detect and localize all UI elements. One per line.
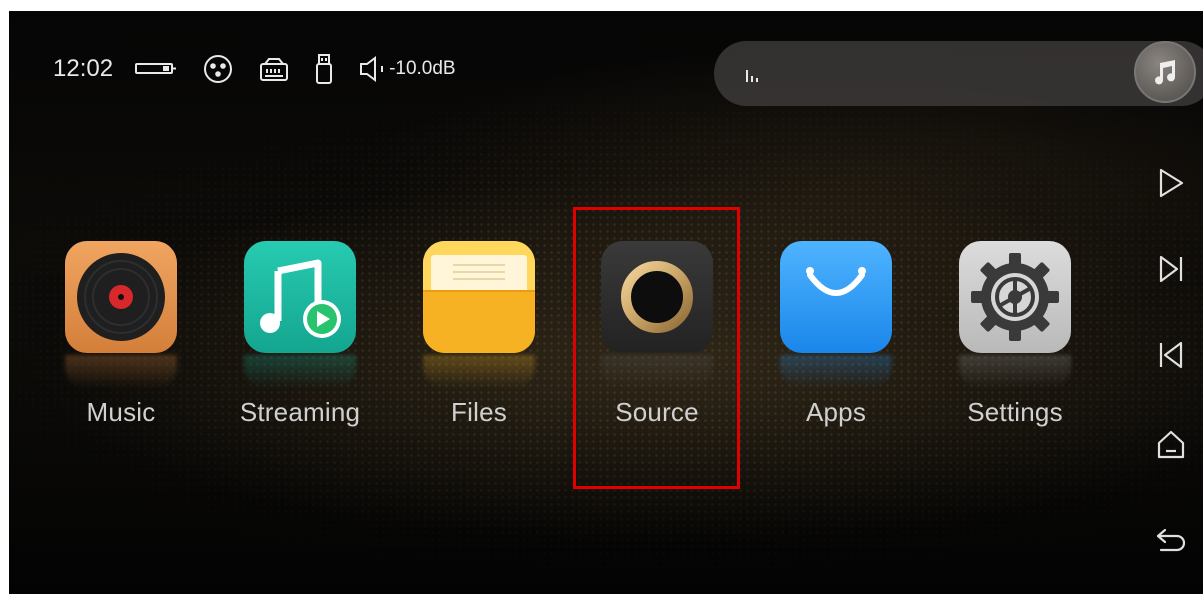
- volume-level: -10.0dB: [389, 58, 456, 79]
- app-label: Music: [86, 397, 156, 427]
- ethernet-icon: [259, 56, 289, 82]
- music-play-icon: [244, 241, 356, 353]
- app-label: Streaming: [239, 397, 361, 427]
- app-settings[interactable]: Settings: [950, 241, 1080, 428]
- hdmi-icon: [135, 61, 177, 77]
- reflection: [244, 355, 356, 389]
- speaker-icon: [359, 55, 385, 83]
- now-playing-bar[interactable]: [714, 41, 1203, 106]
- status-bar: 12:02 -10.0dB: [53, 51, 456, 87]
- app-label: Apps: [805, 397, 867, 427]
- previous-track-icon[interactable]: [1149, 333, 1193, 377]
- shopping-bag-icon: [780, 241, 892, 353]
- next-track-icon[interactable]: [1149, 247, 1193, 291]
- xlr-icon: [203, 54, 233, 84]
- app-apps[interactable]: Apps: [771, 241, 901, 428]
- clock: 12:02: [53, 55, 114, 82]
- vinyl-record-icon: [65, 241, 177, 353]
- reflection: [959, 355, 1071, 389]
- folder-icon: [423, 241, 535, 353]
- source-highlight-box: [573, 207, 740, 489]
- reflection: [65, 355, 177, 389]
- reflection: [423, 355, 535, 389]
- home-icon[interactable]: [1149, 423, 1193, 467]
- app-label: Files: [451, 397, 507, 427]
- app-streaming[interactable]: Streaming: [235, 241, 365, 428]
- play-icon[interactable]: [1149, 161, 1193, 205]
- app-music[interactable]: Music: [56, 241, 186, 428]
- app-files[interactable]: Files: [414, 241, 544, 428]
- reflection: [780, 355, 892, 389]
- back-icon[interactable]: [1149, 519, 1193, 563]
- music-note-icon[interactable]: [1134, 41, 1196, 103]
- gear-icon: [959, 241, 1071, 353]
- usb-icon: [315, 53, 333, 85]
- level-bars-icon: [746, 69, 760, 87]
- app-label: Settings: [967, 397, 1063, 427]
